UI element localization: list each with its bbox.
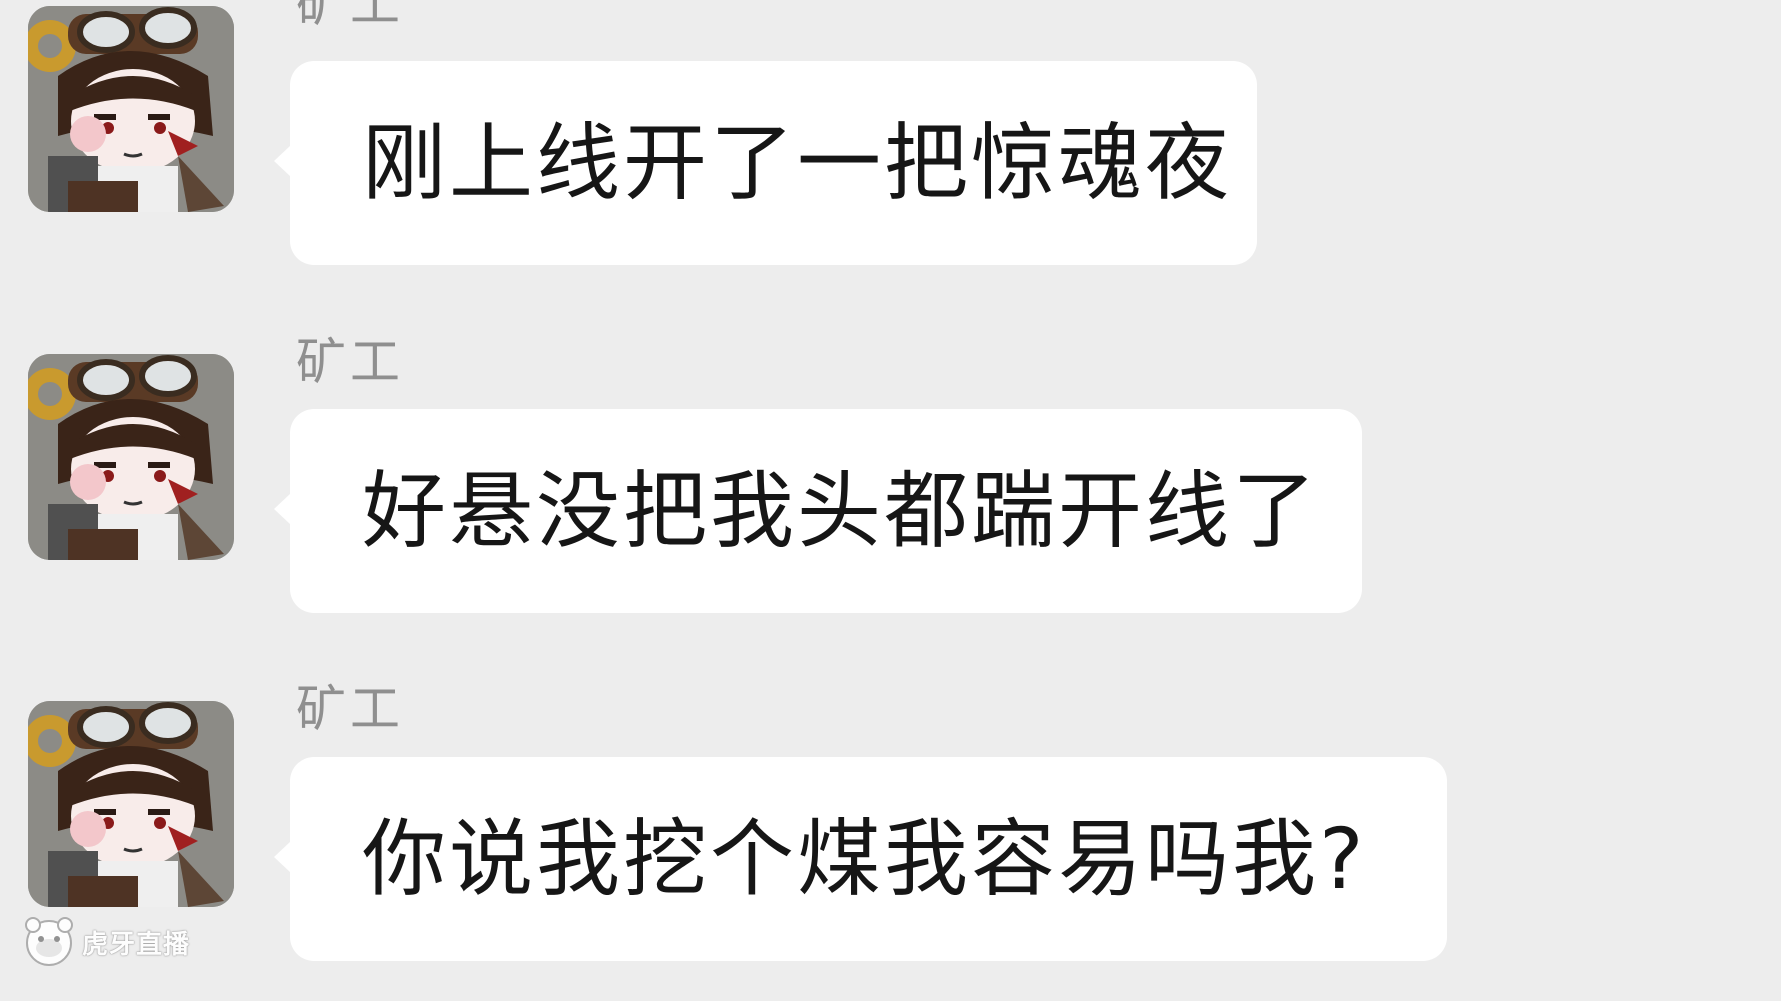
sender-name: 矿工 [296,0,404,33]
miner-avatar-icon [28,6,234,212]
bubble-tail [274,145,291,177]
avatar[interactable] [28,354,234,560]
bubble-tail [274,841,291,873]
message-text: 刚上线开了一把惊魂夜 [362,114,1233,212]
bubble-tail [274,493,291,525]
message-text: 好悬没把我头都踹开线了 [362,462,1320,560]
huya-watermark: 虎牙直播 [22,914,190,970]
miner-avatar-icon [28,354,234,560]
avatar[interactable] [28,701,234,907]
miner-avatar-icon [28,701,234,907]
sender-name: 矿工 [296,680,404,738]
message-bubble[interactable]: 好悬没把我头都踹开线了 [274,409,1362,613]
sender-name: 矿工 [296,333,404,391]
message-bubble[interactable]: 你说我挖个煤我容易吗我? [274,757,1447,961]
chat-conversation: 矿工 刚上线开了一把惊魂夜 矿工 好悬没把我头都踹开线了 矿工 你说我挖个煤我容… [0,0,1781,1001]
huya-logo-icon [25,917,73,966]
avatar[interactable] [28,6,234,212]
message-text: 你说我挖个煤我容易吗我? [362,810,1367,908]
message-bubble[interactable]: 刚上线开了一把惊魂夜 [274,61,1257,265]
watermark-text: 虎牙直播 [82,929,191,960]
